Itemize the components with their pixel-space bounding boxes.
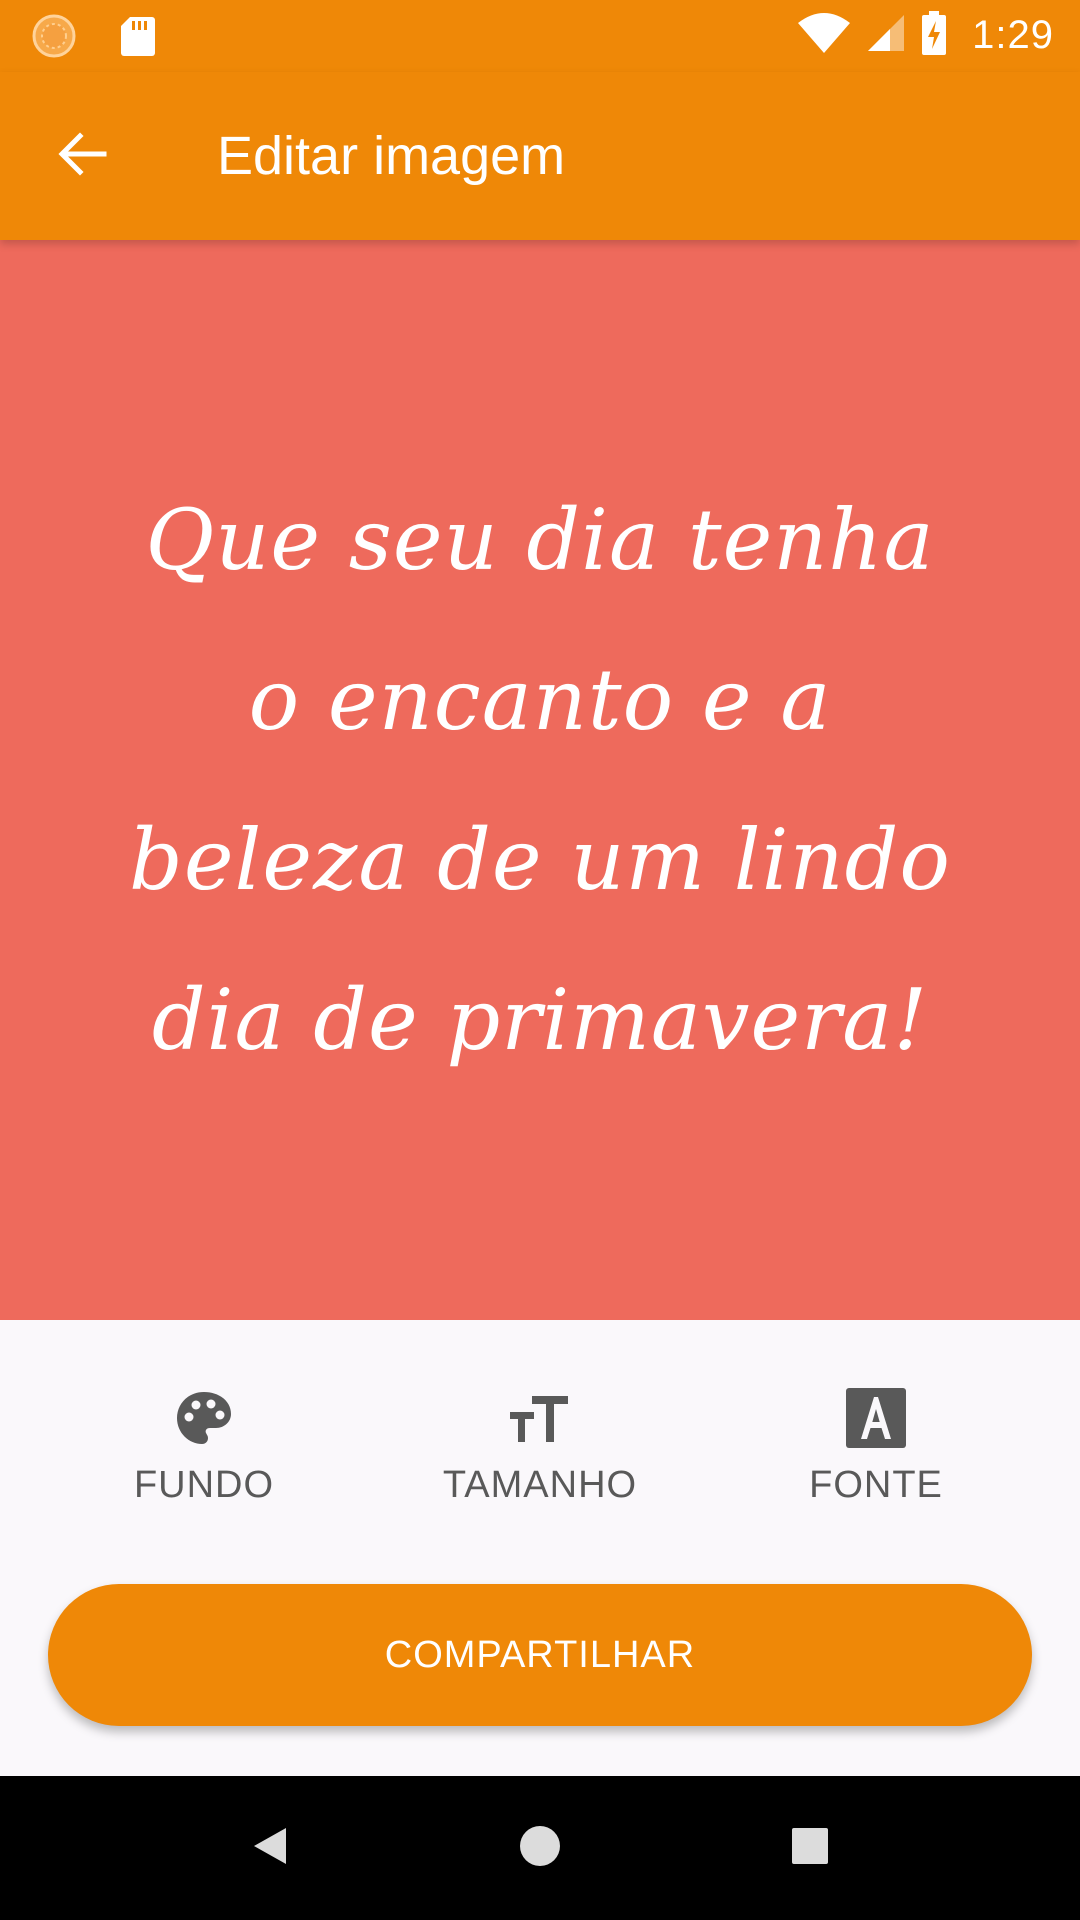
wifi-icon (796, 11, 852, 60)
text-size-icon (508, 1386, 572, 1450)
font-icon (844, 1386, 908, 1450)
background-tool-label: FUNDO (133, 1464, 275, 1506)
status-right-icons: 1:29 (796, 10, 1054, 61)
battery-charging-icon (920, 10, 948, 61)
system-nav-bar (0, 1776, 1080, 1920)
arrow-back-icon (56, 128, 108, 185)
font-tool-button[interactable]: FONTE (746, 1386, 1006, 1536)
status-left-icons (32, 14, 156, 63)
nav-home-button[interactable] (504, 1812, 576, 1884)
nav-home-icon (518, 1824, 562, 1873)
share-button[interactable]: COMPARTILHAR (48, 1584, 1032, 1726)
edit-toolbar: FUNDO TAMANHO FONTE (0, 1320, 1080, 1550)
app-bar: Editar imagem (0, 72, 1080, 240)
background-tool-button[interactable]: FUNDO (74, 1386, 334, 1536)
status-bar: 1:29 (0, 0, 1080, 72)
image-canvas: Que seu dia tenha o encanto e a beleza d… (0, 240, 1080, 1320)
back-button[interactable] (44, 118, 120, 194)
nav-back-button[interactable] (234, 1812, 306, 1884)
notification-orange-icon (32, 14, 76, 63)
sd-card-icon (120, 15, 156, 62)
share-button-label: COMPARTILHAR (384, 1633, 696, 1676)
palette-icon (172, 1386, 236, 1450)
page-title: Editar imagem (217, 126, 566, 186)
nav-recents-icon (788, 1824, 832, 1873)
size-tool-label: TAMANHO (442, 1464, 638, 1506)
quote-text: Que seu dia tenha o encanto e a beleza d… (129, 491, 951, 1069)
cell-signal-icon (866, 13, 906, 58)
status-clock: 1:29 (972, 13, 1054, 57)
nav-recents-button[interactable] (774, 1812, 846, 1884)
size-tool-button[interactable]: TAMANHO (410, 1386, 670, 1536)
nav-back-icon (248, 1824, 292, 1873)
font-tool-label: FONTE (809, 1464, 943, 1506)
